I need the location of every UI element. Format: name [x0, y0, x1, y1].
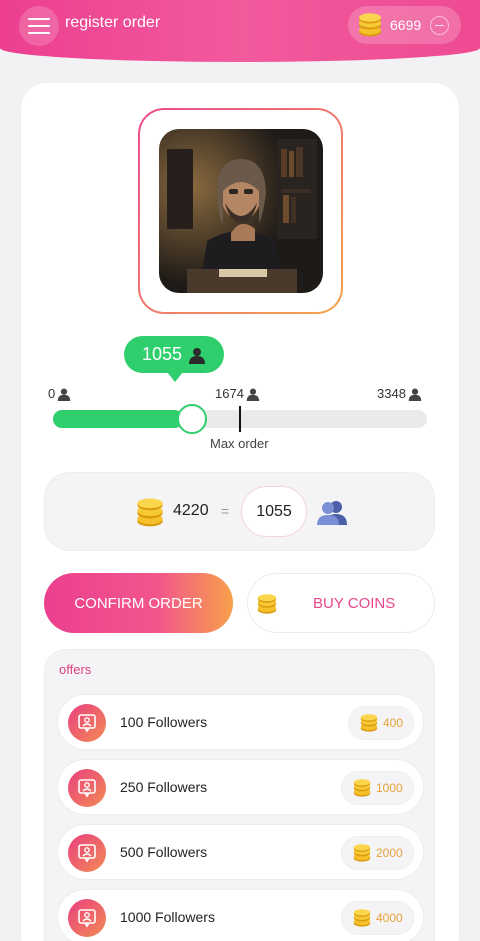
- offer-price: 1000: [341, 771, 414, 805]
- followers-icon: [317, 499, 347, 530]
- order-coin-cost: 4220: [173, 502, 209, 519]
- menu-icon-line: [28, 18, 50, 20]
- coin-balance: 6699: [390, 17, 422, 33]
- offer-item[interactable]: 250 Followers 1000: [57, 759, 424, 815]
- offer-price-value: 4000: [376, 911, 403, 925]
- offer-label: 1000 Followers: [120, 909, 215, 925]
- follower-badge-icon: [68, 899, 106, 937]
- menu-icon-line: [28, 25, 50, 27]
- slider-thumb[interactable]: [177, 404, 207, 434]
- slider-mid-value: 1674: [215, 386, 244, 401]
- max-order-label: Max order: [210, 436, 269, 451]
- offer-price: 400: [348, 706, 415, 740]
- coin-stack-icon: [353, 779, 371, 797]
- slider-max-label: 3348: [377, 386, 422, 401]
- menu-button[interactable]: [19, 6, 59, 46]
- offer-item[interactable]: 1000 Followers 4000: [57, 889, 424, 941]
- buy-coins-button[interactable]: BUY COINS: [247, 573, 435, 633]
- offers-title: offers: [59, 662, 92, 677]
- buy-coins-label: BUY COINS: [313, 595, 396, 612]
- offer-label: 100 Followers: [120, 714, 208, 730]
- coin-stack-icon: [357, 13, 383, 42]
- max-order-marker: [239, 406, 241, 432]
- menu-icon-line: [28, 32, 50, 34]
- slider-fill: [53, 410, 183, 428]
- coin-stack-icon: [353, 844, 371, 862]
- coin-balance-pill[interactable]: 6699: [348, 6, 461, 44]
- person-icon: [58, 388, 71, 401]
- offers-panel: offers 100 Followers 400 250 Followers 1…: [44, 649, 435, 941]
- follower-badge-icon: [68, 834, 106, 872]
- coin-stack-icon: [360, 714, 378, 732]
- follower-badge-icon: [68, 769, 106, 807]
- person-icon: [189, 347, 206, 364]
- offer-item[interactable]: 100 Followers 400: [57, 694, 424, 750]
- coin-stack-icon: [135, 497, 165, 532]
- followers-quantity-field[interactable]: 1055: [241, 486, 307, 537]
- offer-item[interactable]: 500 Followers 2000: [57, 824, 424, 880]
- page-title: register order: [65, 14, 161, 31]
- slider-min-label: 0: [48, 386, 71, 401]
- offer-price-value: 1000: [376, 781, 403, 795]
- order-calculator: 4220 = 1055: [44, 472, 435, 551]
- profile-photo: [159, 129, 323, 293]
- confirm-order-button[interactable]: CONFIRM ORDER: [44, 573, 233, 633]
- person-icon: [246, 388, 260, 401]
- coin-stack-icon: [353, 909, 371, 927]
- offer-label: 250 Followers: [120, 779, 208, 795]
- slider-min-value: 0: [48, 386, 56, 401]
- follower-badge-icon: [68, 704, 106, 742]
- add-coins-icon[interactable]: [430, 16, 449, 35]
- person-icon: [408, 388, 422, 401]
- offer-price: 4000: [341, 901, 414, 935]
- offer-price-value: 400: [383, 716, 404, 730]
- coin-stack-icon: [256, 594, 278, 618]
- offer-price: 2000: [341, 836, 414, 870]
- offer-price-value: 2000: [376, 846, 403, 860]
- top-bar: register order 6699: [0, 0, 480, 62]
- profile-photo-frame: [138, 108, 343, 314]
- equals-sign: =: [221, 503, 230, 519]
- slider-mid-label: 1674: [215, 386, 260, 401]
- selected-followers-bubble: 1055: [124, 336, 224, 382]
- offer-label: 500 Followers: [120, 844, 208, 860]
- selected-followers-value: 1055: [141, 344, 183, 364]
- slider-max-value: 3348: [377, 386, 406, 401]
